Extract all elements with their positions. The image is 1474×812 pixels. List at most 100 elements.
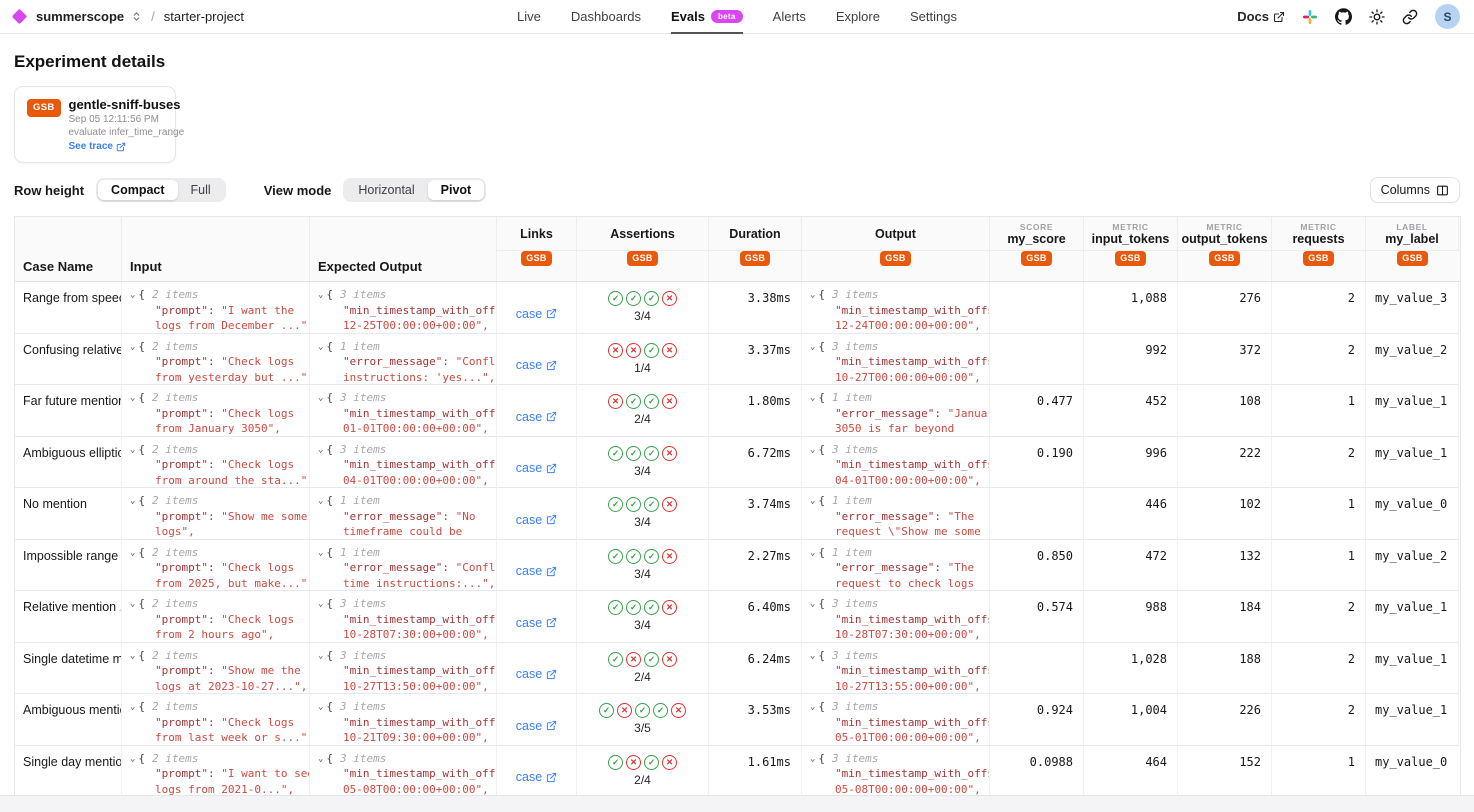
collapse-chevron-icon[interactable]: ⌄: [318, 495, 323, 508]
output-cell[interactable]: ⌄{1 item"error_message": "January3050 is…: [802, 385, 990, 437]
assertions-cell[interactable]: ✕✕✓✕1/4: [577, 334, 709, 386]
theme-toggle-icon[interactable]: [1369, 9, 1385, 25]
link-icon[interactable]: [1402, 9, 1418, 25]
case-trace-link[interactable]: case: [516, 553, 557, 591]
collapse-chevron-icon[interactable]: ⌄: [130, 547, 135, 560]
collapse-chevron-icon[interactable]: ⌄: [810, 444, 815, 457]
github-icon[interactable]: [1335, 8, 1352, 25]
row-height-option-full[interactable]: Full: [178, 180, 224, 200]
view-mode-option-horizontal[interactable]: Horizontal: [345, 180, 427, 200]
collapse-chevron-icon[interactable]: ⌄: [130, 289, 135, 302]
collapse-chevron-icon[interactable]: ⌄: [130, 701, 135, 714]
column-header-case-name[interactable]: Case Name: [15, 217, 122, 281]
case-name-cell[interactable]: Ambiguous elliptic...: [15, 437, 122, 489]
collapse-chevron-icon[interactable]: ⌄: [130, 444, 135, 457]
column-header-expected-output[interactable]: Expected Output: [310, 217, 497, 281]
collapse-chevron-icon[interactable]: ⌄: [130, 341, 135, 354]
collapse-chevron-icon[interactable]: ⌄: [318, 701, 323, 714]
input-cell[interactable]: ⌄{2 items"prompt": "Check logsfrom yeste…: [122, 334, 310, 386]
output-cell[interactable]: ⌄{3 items"min_timestamp_with_offset"05-0…: [802, 694, 990, 746]
collapse-chevron-icon[interactable]: ⌄: [318, 289, 323, 302]
input-cell[interactable]: ⌄{2 items"prompt": "Check logsfrom 2 hou…: [122, 591, 310, 643]
output-cell[interactable]: ⌄{3 items"min_timestamp_with_offset"10-2…: [802, 643, 990, 695]
columns-button[interactable]: Columns: [1370, 177, 1460, 203]
input-cell[interactable]: ⌄{2 items"prompt": "I want to seelogs fr…: [122, 746, 310, 798]
assertions-cell[interactable]: ✓✓✓✕3/4: [577, 540, 709, 592]
column-header-output_tokens[interactable]: METRICoutput_tokens: [1178, 217, 1272, 251]
input-cell[interactable]: ⌄{2 items"prompt": "Check logsfrom last …: [122, 694, 310, 746]
experiment-card[interactable]: GSB gentle-sniff-buses Sep 05 12:11:56 P…: [14, 86, 176, 163]
input-cell[interactable]: ⌄{2 items"prompt": "Check logsfrom Janua…: [122, 385, 310, 437]
collapse-chevron-icon[interactable]: ⌄: [130, 753, 135, 766]
case-trace-link[interactable]: case: [516, 707, 557, 745]
expected-output-cell[interactable]: ⌄{1 item"error_message": "Conflictitime …: [310, 540, 497, 592]
input-cell[interactable]: ⌄{2 items"prompt": "Check logsfrom 2025,…: [122, 540, 310, 592]
org-switcher[interactable]: summerscope: [36, 9, 124, 24]
collapse-chevron-icon[interactable]: ⌄: [130, 392, 135, 405]
case-name-cell[interactable]: Range from speech: [15, 282, 122, 334]
case-trace-link[interactable]: case: [516, 656, 557, 694]
case-name-cell[interactable]: Far future mention: [15, 385, 122, 437]
collapse-chevron-icon[interactable]: ⌄: [810, 289, 815, 302]
collapse-chevron-icon[interactable]: ⌄: [810, 392, 815, 405]
assertions-cell[interactable]: ✓✕✓✕2/4: [577, 643, 709, 695]
case-trace-link[interactable]: case: [516, 759, 557, 797]
collapse-chevron-icon[interactable]: ⌄: [318, 547, 323, 560]
input-cell[interactable]: ⌄{2 items"prompt": "Check logsfrom aroun…: [122, 437, 310, 489]
collapse-chevron-icon[interactable]: ⌄: [810, 598, 815, 611]
column-header-links[interactable]: Links: [497, 217, 577, 251]
nav-tab-alerts[interactable]: Alerts: [773, 0, 806, 34]
expected-output-cell[interactable]: ⌄{3 items"min_timestamp_with_offset"04-0…: [310, 437, 497, 489]
case-name-cell[interactable]: No mention: [15, 488, 122, 540]
case-name-cell[interactable]: Single day mention: [15, 746, 122, 798]
collapse-chevron-icon[interactable]: ⌄: [810, 701, 815, 714]
collapse-chevron-icon[interactable]: ⌄: [810, 753, 815, 766]
column-header-duration[interactable]: Duration: [709, 217, 802, 251]
input-cell[interactable]: ⌄{2 items"prompt": "Show me somelogs",: [122, 488, 310, 540]
nav-tab-settings[interactable]: Settings: [910, 0, 957, 34]
column-header-requests[interactable]: METRICrequests: [1272, 217, 1366, 251]
collapse-chevron-icon[interactable]: ⌄: [318, 650, 323, 663]
nav-tab-dashboards[interactable]: Dashboards: [571, 0, 641, 34]
collapse-chevron-icon[interactable]: ⌄: [810, 650, 815, 663]
assertions-cell[interactable]: ✓✕✓✕2/4: [577, 746, 709, 798]
expected-output-cell[interactable]: ⌄{3 items"min_timestamp_with_offset"05-0…: [310, 746, 497, 798]
collapse-chevron-icon[interactable]: ⌄: [810, 495, 815, 508]
view-mode-option-pivot[interactable]: Pivot: [428, 180, 485, 200]
assertions-cell[interactable]: ✓✓✓✕3/4: [577, 591, 709, 643]
case-trace-link[interactable]: case: [516, 347, 557, 385]
nav-tab-live[interactable]: Live: [517, 0, 541, 34]
collapse-chevron-icon[interactable]: ⌄: [318, 444, 323, 457]
assertions-cell[interactable]: ✓✓✓✕3/4: [577, 437, 709, 489]
collapse-chevron-icon[interactable]: ⌄: [318, 753, 323, 766]
assertions-cell[interactable]: ✕✓✓✕2/4: [577, 385, 709, 437]
case-trace-link[interactable]: case: [516, 398, 557, 436]
case-name-cell[interactable]: Impossible range: [15, 540, 122, 592]
input-cell[interactable]: ⌄{2 items"prompt": "Show me thelogs at 2…: [122, 643, 310, 695]
collapse-chevron-icon[interactable]: ⌄: [810, 341, 815, 354]
nav-tab-evals[interactable]: Evalsbeta: [671, 0, 743, 34]
column-header-input_tokens[interactable]: METRICinput_tokens: [1084, 217, 1178, 251]
case-name-cell[interactable]: Ambiguous mention: [15, 694, 122, 746]
column-header-assertions[interactable]: Assertions: [577, 217, 709, 251]
assertions-cell[interactable]: ✓✓✓✕3/4: [577, 282, 709, 334]
output-cell[interactable]: ⌄{1 item"error_message": "Therequest to …: [802, 540, 990, 592]
docs-link[interactable]: Docs: [1237, 9, 1285, 24]
case-name-cell[interactable]: Confusing relative...: [15, 334, 122, 386]
collapse-chevron-icon[interactable]: ⌄: [130, 598, 135, 611]
expected-output-cell[interactable]: ⌄{3 items"min_timestamp_with_offset"10-2…: [310, 591, 497, 643]
collapse-chevron-icon[interactable]: ⌄: [318, 392, 323, 405]
expected-output-cell[interactable]: ⌄{3 items"min_timestamp_with_offset"01-0…: [310, 385, 497, 437]
assertions-cell[interactable]: ✓✓✓✕3/4: [577, 488, 709, 540]
column-header-output[interactable]: Output: [802, 217, 990, 251]
expected-output-cell[interactable]: ⌄{3 items"min_timestamp_with_offset"10-2…: [310, 643, 497, 695]
collapse-chevron-icon[interactable]: ⌄: [130, 650, 135, 663]
expected-output-cell[interactable]: ⌄{3 items"min_timestamp_with_offset"10-2…: [310, 694, 497, 746]
case-trace-link[interactable]: case: [516, 450, 557, 488]
nav-tab-explore[interactable]: Explore: [836, 0, 880, 34]
project-name[interactable]: starter-project: [164, 9, 244, 24]
output-cell[interactable]: ⌄{3 items"min_timestamp_with_offset"05-0…: [802, 746, 990, 798]
column-header-input[interactable]: Input: [122, 217, 310, 281]
chevrons-up-down-icon[interactable]: [131, 11, 142, 22]
expected-output-cell[interactable]: ⌄{1 item"error_message": "Notimeframe co…: [310, 488, 497, 540]
